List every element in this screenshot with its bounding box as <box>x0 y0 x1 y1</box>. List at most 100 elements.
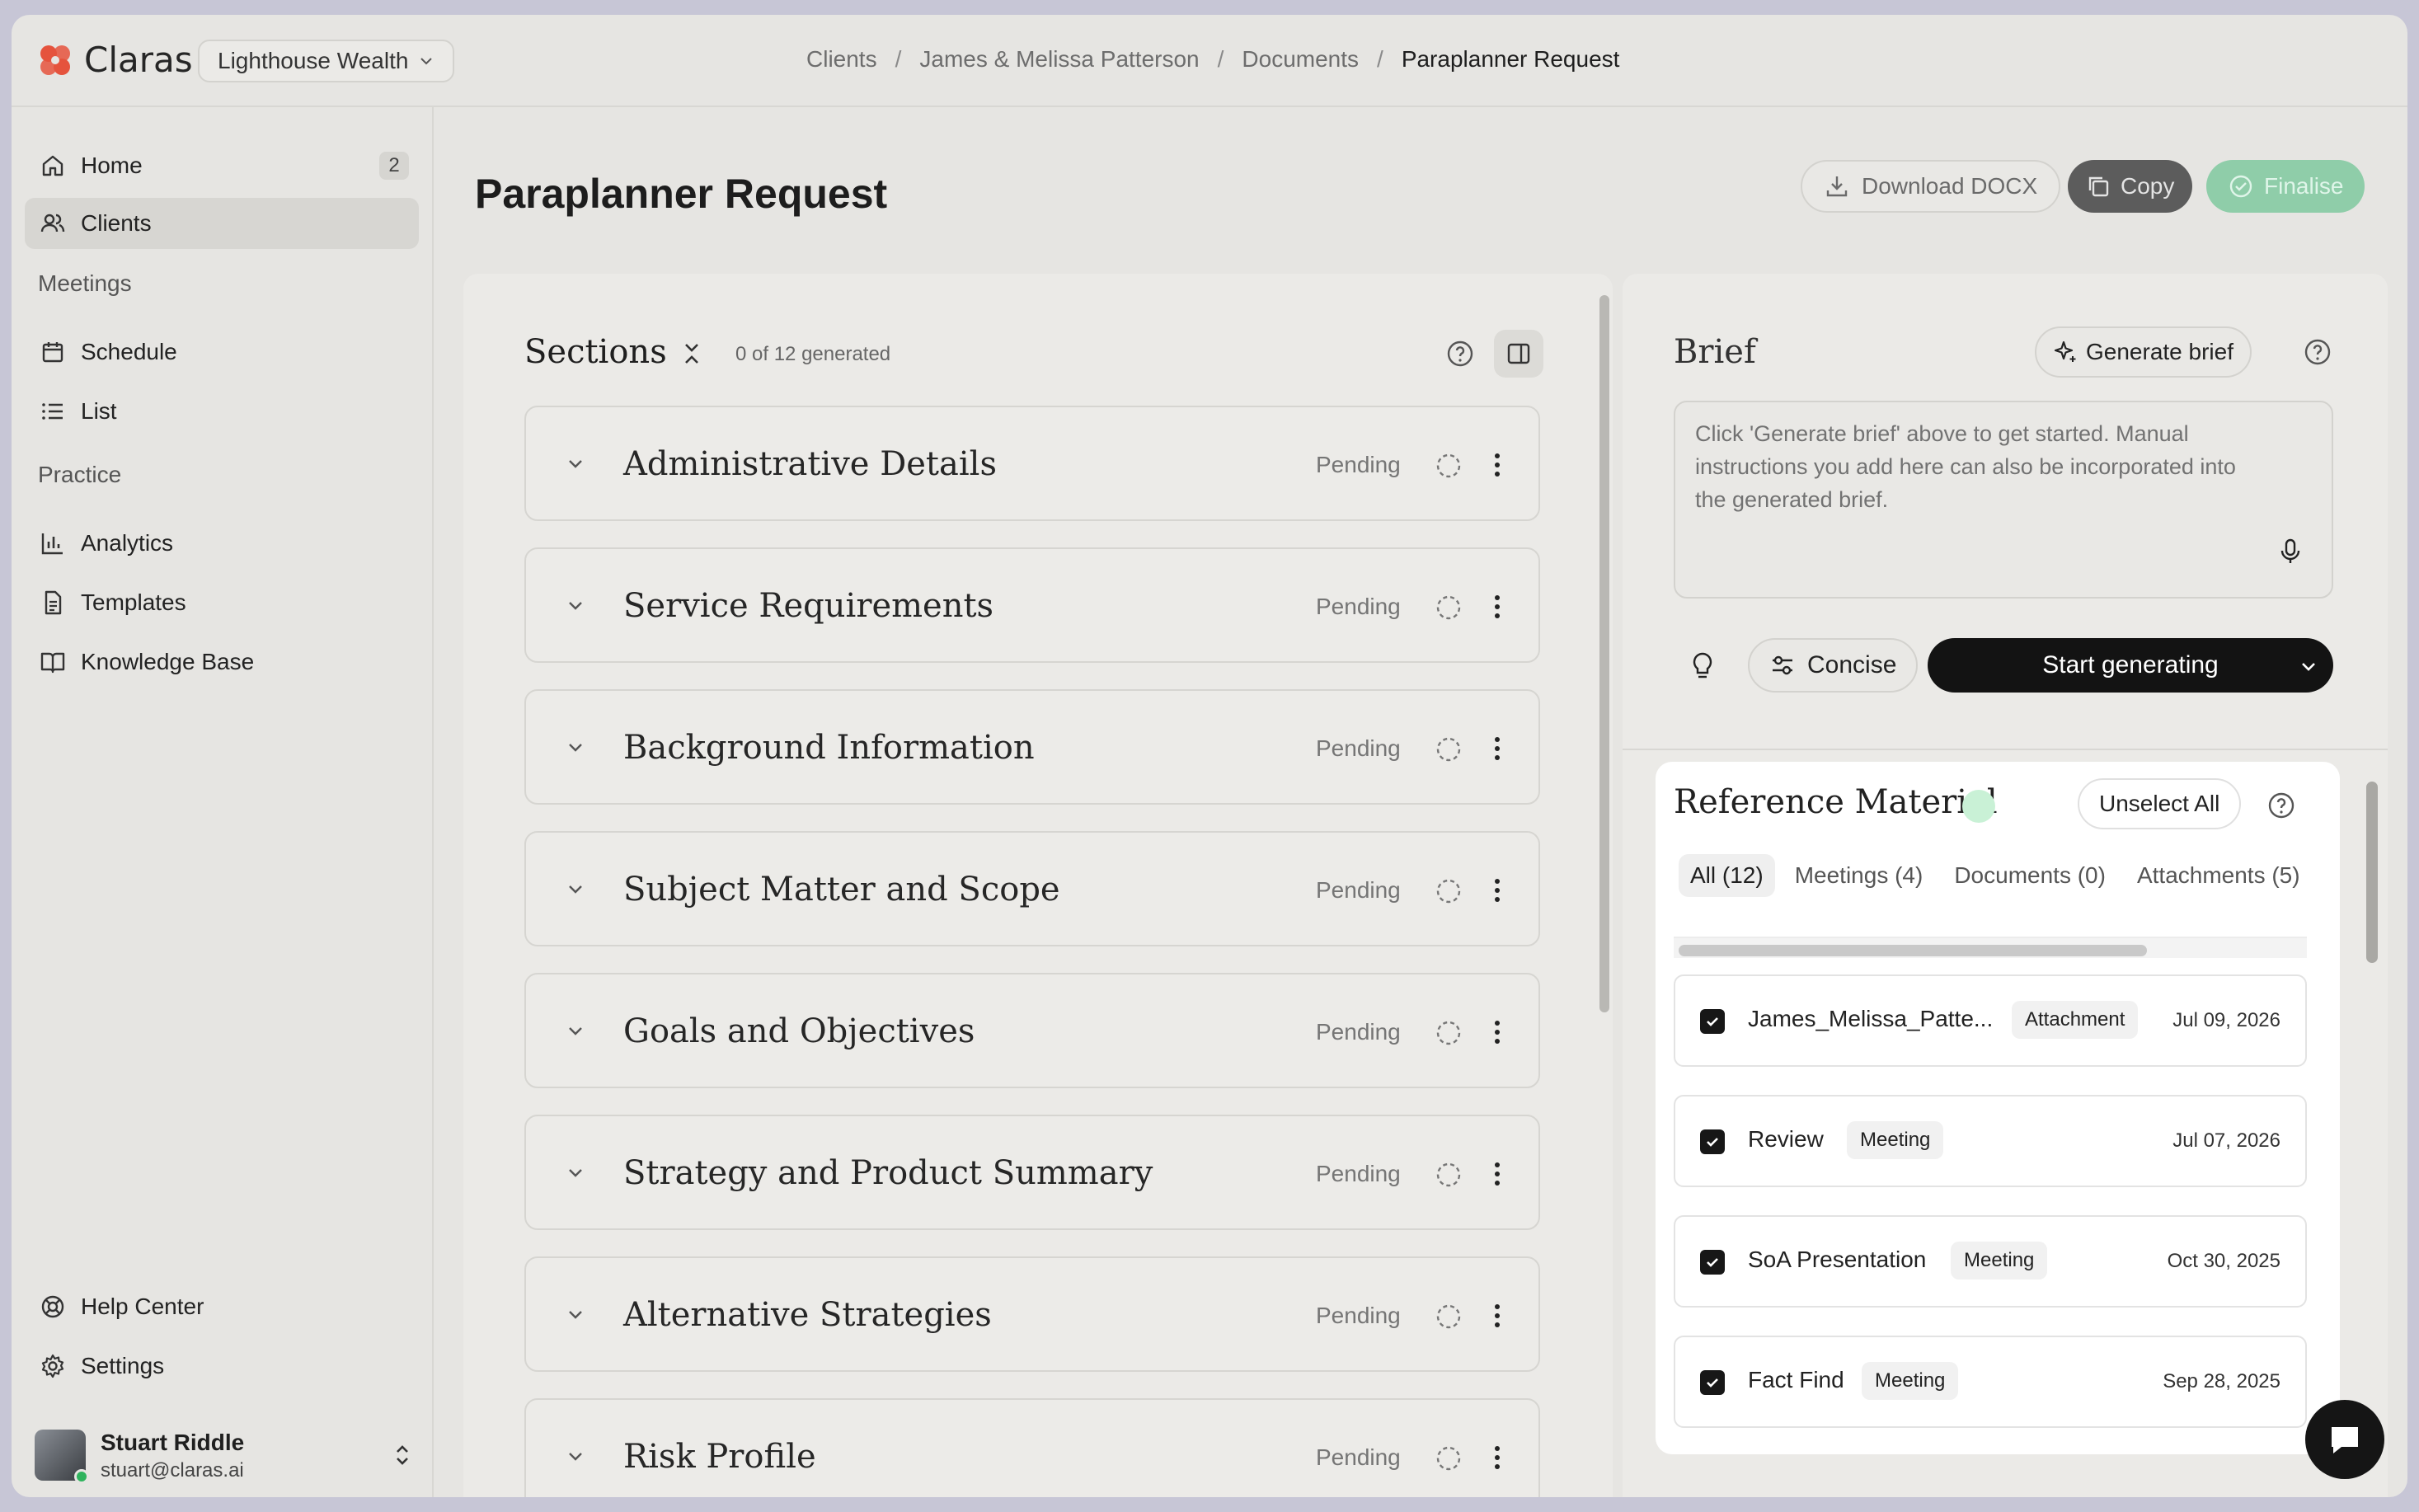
calendar-icon <box>42 342 63 363</box>
notification-badge: 2 <box>379 152 409 180</box>
section-name: Subject Matter and Scope <box>623 871 1060 909</box>
top-bar: Claras Lighthouse Wealth Clients / James… <box>12 15 2407 107</box>
item-checkbox[interactable] <box>1700 1129 1725 1154</box>
sliders-icon <box>1773 655 1792 675</box>
more-options-icon[interactable] <box>1491 592 1504 622</box>
microphone-icon[interactable] <box>2279 538 2302 566</box>
download-icon <box>1826 176 1848 197</box>
tab-meetings[interactable]: Meetings (4) <box>1783 854 1935 897</box>
sidebar-item-list[interactable]: List <box>25 386 419 437</box>
chevron-down-icon[interactable] <box>2299 656 2318 676</box>
checkmark-icon <box>1707 1378 1718 1388</box>
section-row[interactable]: Goals and Objectives Pending <box>524 973 1540 1088</box>
chevron-down-icon[interactable] <box>566 879 585 899</box>
more-options-icon[interactable] <box>1491 876 1504 905</box>
more-options-icon[interactable] <box>1491 1017 1504 1047</box>
user-menu[interactable]: Stuart Riddle stuart@claras.ai <box>35 1426 422 1484</box>
collapse-all-icon[interactable] <box>681 341 702 366</box>
chevron-up-down-icon <box>397 1445 408 1465</box>
reference-item[interactable]: Review Meeting Jul 07, 2026 <box>1674 1095 2307 1187</box>
sidebar-item-analytics[interactable]: Analytics <box>25 518 419 569</box>
help-icon[interactable] <box>2304 338 2332 366</box>
sidebar-item-knowledge-base[interactable]: Knowledge Base <box>25 636 419 688</box>
sections-scrollbar[interactable] <box>1599 295 1609 1012</box>
sidebar-item-clients[interactable]: Clients <box>25 198 419 249</box>
section-row[interactable]: Service Requirements Pending <box>524 547 1540 663</box>
reference-scrollbar[interactable] <box>2366 782 2378 963</box>
chat-button[interactable] <box>2305 1400 2384 1479</box>
brand-logo[interactable]: Claras <box>36 40 193 80</box>
tab-attachments[interactable]: Attachments (5) <box>2125 854 2307 897</box>
sidebar-panel-icon <box>1507 343 1530 364</box>
section-name: Service Requirements <box>623 587 994 625</box>
checkmark-icon <box>1707 1017 1718 1026</box>
more-options-icon[interactable] <box>1491 1301 1504 1331</box>
organization-select[interactable]: Lighthouse Wealth <box>198 40 455 82</box>
sidebar-item-templates[interactable]: Templates <box>25 577 419 628</box>
section-row[interactable]: Risk Profile Pending <box>524 1398 1540 1497</box>
tab-documents[interactable]: Documents (0) <box>1942 854 2117 897</box>
start-generating-button[interactable]: Start generating <box>1928 638 2333 693</box>
help-icon[interactable] <box>1446 340 1474 368</box>
section-name: Alternative Strategies <box>623 1296 992 1334</box>
concise-style-button[interactable]: Concise <box>1748 638 1919 693</box>
meetings-heading: Meetings <box>38 270 132 296</box>
sidebar-item-schedule[interactable]: Schedule <box>25 326 419 378</box>
gear-icon <box>41 1354 64 1378</box>
item-checkbox[interactable] <box>1700 1250 1725 1275</box>
check-circle-icon <box>2229 175 2252 198</box>
toggle-panel-button[interactable] <box>1494 330 1543 378</box>
reference-material-panel: Reference Material Unselect All All (12)… <box>1656 762 2340 1454</box>
section-row[interactable]: Subject Matter and Scope Pending <box>524 831 1540 946</box>
item-checkbox[interactable] <box>1700 1370 1725 1395</box>
download-docx-button[interactable]: Download DOCX <box>1801 160 2061 213</box>
reference-item-date: Jul 09, 2026 <box>2172 1009 2280 1031</box>
reference-item-title: SoA Presentation <box>1748 1247 1927 1272</box>
item-checkbox[interactable] <box>1700 1009 1725 1034</box>
more-options-icon[interactable] <box>1491 1159 1504 1189</box>
reference-item[interactable]: James_Melissa_Patte... Attachment Jul 09… <box>1674 974 2307 1067</box>
chevron-down-icon[interactable] <box>566 1162 585 1182</box>
reference-item[interactable]: SoA Presentation Meeting Oct 30, 2025 <box>1674 1215 2307 1308</box>
section-row[interactable]: Strategy and Product Summary Pending <box>524 1115 1540 1230</box>
breadcrumb-clients[interactable]: Clients <box>806 46 877 73</box>
reference-item-title: Review <box>1748 1126 1824 1152</box>
reference-tabs: All (12) Meetings (4) Documents (0) Atta… <box>1674 849 2307 902</box>
pending-spinner-icon <box>1436 737 1461 762</box>
unselect-all-button[interactable]: Unselect All <box>2078 778 2242 829</box>
finalise-label: Finalise <box>2264 173 2344 199</box>
chevron-down-icon[interactable] <box>566 595 585 615</box>
sidebar-item-settings[interactable]: Settings <box>25 1341 419 1392</box>
tabs-scrollbar-thumb[interactable] <box>1679 945 2147 956</box>
chevron-down-icon[interactable] <box>566 737 585 757</box>
help-icon[interactable] <box>2267 791 2295 819</box>
list-icon <box>42 403 63 420</box>
more-options-icon[interactable] <box>1491 1443 1504 1472</box>
sidebar-item-home[interactable]: Home 2 <box>25 140 419 191</box>
reference-item-title: Fact Find <box>1748 1367 1844 1392</box>
user-email: stuart@claras.ai <box>101 1459 244 1481</box>
more-options-icon[interactable] <box>1491 734 1504 763</box>
generate-brief-button[interactable]: Generate brief <box>2035 326 2252 378</box>
tabs-scrollbar[interactable] <box>1674 937 2307 958</box>
sidebar-item-label: List <box>81 398 117 424</box>
reference-item[interactable]: Fact Find Meeting Sep 28, 2025 <box>1674 1336 2307 1428</box>
section-row[interactable]: Alternative Strategies Pending <box>524 1256 1540 1372</box>
chevron-down-icon[interactable] <box>566 453 585 473</box>
sidebar-item-help-center[interactable]: Help Center <box>25 1281 419 1332</box>
lightbulb-icon[interactable] <box>1690 651 1715 681</box>
finalise-button[interactable]: Finalise <box>2206 160 2365 213</box>
breadcrumb-client-name[interactable]: James & Melissa Patterson <box>919 46 1199 73</box>
chevron-down-icon[interactable] <box>566 1446 585 1466</box>
copy-button[interactable]: Copy <box>2068 160 2193 213</box>
brief-textarea[interactable]: Click 'Generate brief' above to get star… <box>1674 401 2333 599</box>
more-options-icon[interactable] <box>1491 450 1504 480</box>
sidebar-item-label: Clients <box>81 210 152 236</box>
section-row[interactable]: Administrative Details Pending <box>524 406 1540 521</box>
section-row[interactable]: Background Information Pending <box>524 689 1540 805</box>
chevron-down-icon[interactable] <box>566 1304 585 1324</box>
chevron-down-icon[interactable] <box>566 1021 585 1040</box>
tab-all[interactable]: All (12) <box>1679 854 1775 897</box>
breadcrumb-documents[interactable]: Documents <box>1242 46 1359 73</box>
bar-chart-icon <box>41 533 63 555</box>
